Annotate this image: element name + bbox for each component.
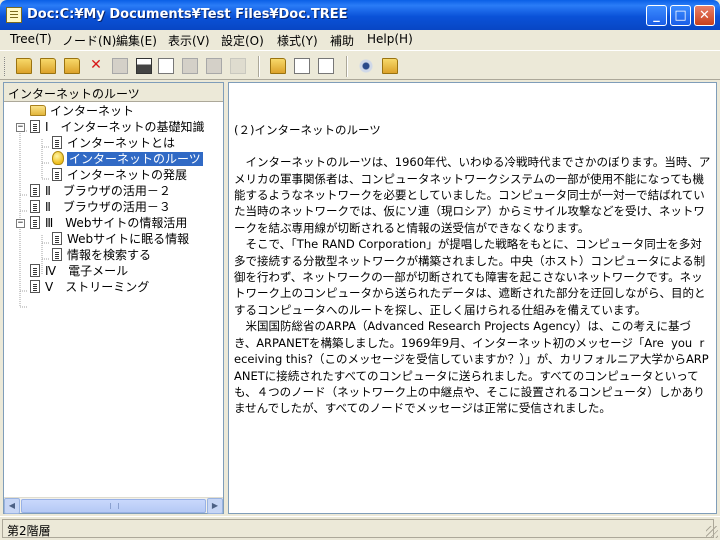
disabled-icon: [230, 58, 246, 74]
menu-help[interactable]: Help(H): [367, 32, 413, 46]
status-text: 第2階層: [2, 519, 714, 538]
new-folder-icon[interactable]: [64, 58, 80, 74]
document-text[interactable]: (２)インターネットのルーツ インターネットのルーツは、1960年代、いわゆる冷…: [234, 89, 711, 433]
tree-item[interactable]: Ⅴ ストリーミング: [30, 279, 149, 295]
folder-up-icon[interactable]: [40, 58, 56, 74]
document-icon: [30, 200, 40, 213]
tree-item[interactable]: Ⅳ 電子メール: [30, 263, 128, 279]
document-icon: [52, 248, 62, 261]
menu-view[interactable]: 表示(V): [168, 32, 210, 49]
toolbar-grip[interactable]: [4, 57, 7, 76]
content-paragraph: 米国国防総省のARPA（Advanced Research Projects A…: [234, 319, 709, 416]
tree-item[interactable]: インターネットとは: [52, 135, 175, 151]
document-icon: [30, 280, 40, 293]
menu-bar: Tree(T) ノード(N) 編集(E) 表示(V) 設定(O) 様式(Y) 補…: [0, 30, 720, 49]
tree-item[interactable]: Ⅱ ブラウザの活用－２: [30, 183, 171, 199]
app-icon[interactable]: [6, 7, 22, 23]
menu-format[interactable]: 様式(Y): [277, 32, 318, 49]
menu-edit[interactable]: 編集(E): [116, 32, 157, 49]
tree-item[interactable]: Ⅱ ブラウザの活用－３: [30, 199, 171, 215]
tree-pane: インターネットのルーツ インターネット − Ⅰ インターネットの基礎知識 インタ…: [3, 82, 224, 514]
menu-settings[interactable]: 設定(O): [221, 32, 264, 49]
toolbar: ✕: [0, 50, 720, 80]
title-bar[interactable]: Doc:C:¥My Documents¥Test Files¥Doc.TREE …: [0, 0, 720, 30]
document-icon: [52, 136, 62, 149]
close-button[interactable]: ✕: [694, 5, 715, 26]
export-icon[interactable]: [206, 58, 222, 74]
document-icon: [52, 232, 62, 245]
document-icon: [52, 168, 62, 181]
tree-item[interactable]: インターネットの発展: [52, 167, 187, 183]
tree-horizontal-scrollbar[interactable]: ◀ ▶: [4, 497, 223, 514]
window-title: Doc:C:¥My Documents¥Test Files¥Doc.TREE: [27, 7, 348, 22]
scroll-left-icon[interactable]: ◀: [4, 498, 20, 514]
open-folder-icon[interactable]: [16, 58, 32, 74]
status-bar: 第2階層: [0, 516, 720, 540]
toolbar-separator: [346, 56, 348, 77]
document-icon: [30, 216, 40, 229]
print-icon[interactable]: [136, 58, 152, 74]
page-icon[interactable]: [112, 58, 128, 74]
scroll-right-icon[interactable]: ▶: [207, 498, 223, 514]
toolbar-separator: [258, 56, 260, 77]
tree-item[interactable]: Ⅲ Webサイトの情報活用: [30, 215, 187, 231]
tree-view[interactable]: インターネット − Ⅰ インターネットの基礎知識 インターネットとは インターネ…: [4, 103, 223, 498]
tree-expander[interactable]: −: [16, 123, 25, 132]
document-icon: [30, 264, 40, 277]
content-heading: (２)インターネットのルーツ: [234, 122, 381, 137]
list-icon[interactable]: [294, 58, 310, 74]
document-icon: [30, 184, 40, 197]
tree-item[interactable]: 情報を検索する: [52, 247, 151, 263]
content-pane[interactable]: (２)インターネットのルーツ インターネットのルーツは、1960年代、いわゆる冷…: [228, 82, 717, 514]
search-icon[interactable]: [318, 58, 334, 74]
content-paragraph: そこで、「The RAND Corporation」が提唱した戦略をもとに、コン…: [234, 237, 706, 317]
save-icon[interactable]: [182, 58, 198, 74]
content-paragraph: インターネットのルーツは、1960年代、いわゆる冷戦時代までさかのぼります。当時…: [234, 155, 711, 235]
menu-node[interactable]: ノード(N): [62, 32, 116, 49]
tree-expander[interactable]: −: [16, 219, 25, 228]
maximize-button[interactable]: □: [670, 5, 691, 26]
tree-item[interactable]: インターネット: [30, 103, 134, 119]
print-preview-icon[interactable]: [158, 58, 174, 74]
resize-grip-icon[interactable]: [706, 526, 718, 538]
view-icon[interactable]: [358, 58, 374, 74]
scrollbar-thumb[interactable]: [21, 499, 206, 513]
document-icon: [30, 120, 40, 133]
folder-icon[interactable]: [270, 58, 286, 74]
tree-item[interactable]: Webサイトに眠る情報: [52, 231, 189, 247]
tree-item-selected[interactable]: インターネットのルーツ: [52, 151, 203, 167]
delete-icon[interactable]: ✕: [88, 58, 104, 74]
folder-icon: [30, 105, 46, 116]
lightbulb-icon: [52, 151, 64, 165]
tree-header: インターネットのルーツ: [4, 83, 223, 102]
tree-item[interactable]: Ⅰ インターネットの基礎知識: [30, 119, 205, 135]
minimize-button[interactable]: _: [646, 5, 667, 26]
menu-tree[interactable]: Tree(T): [10, 32, 52, 46]
menu-assist[interactable]: 補助: [330, 32, 354, 49]
tools-icon[interactable]: [382, 58, 398, 74]
